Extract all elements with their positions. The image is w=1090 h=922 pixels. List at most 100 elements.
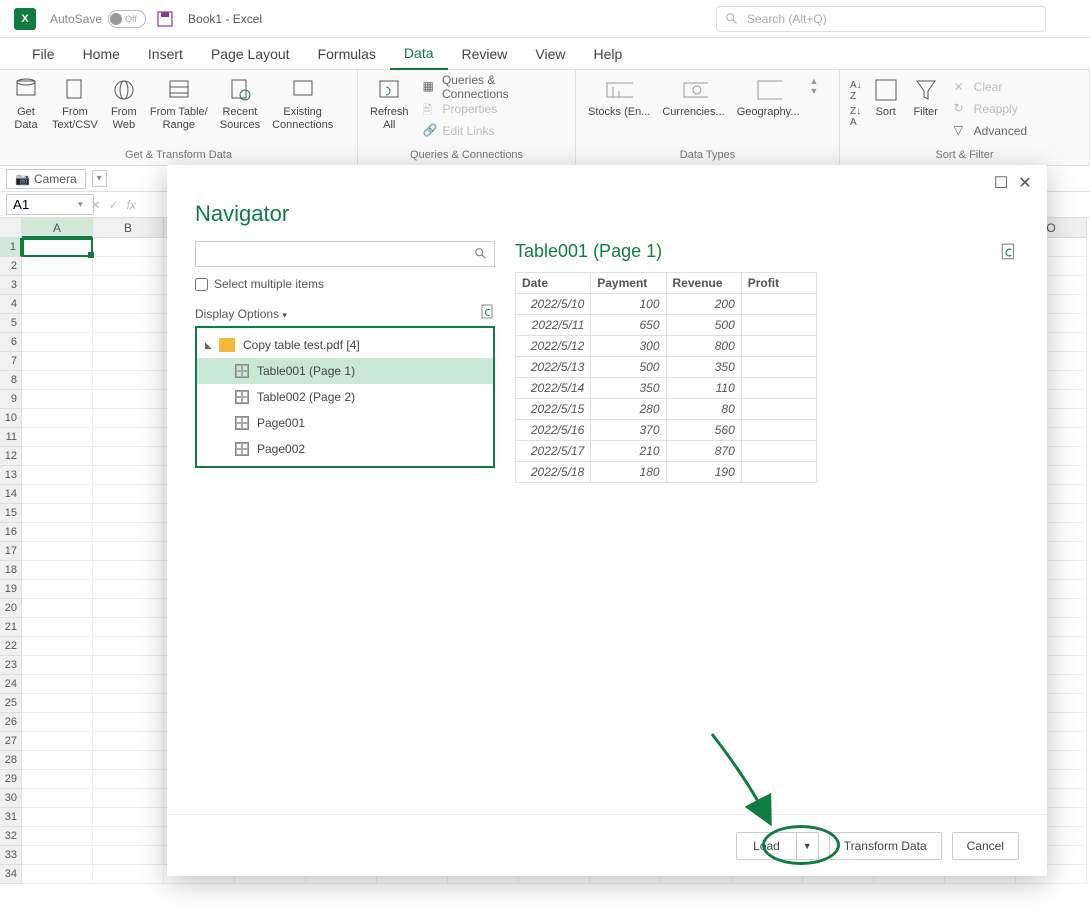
row-header[interactable]: 27 [0,732,22,751]
cell[interactable] [22,276,93,295]
tab-insert[interactable]: Insert [134,38,197,70]
cell[interactable] [93,371,164,390]
cell[interactable] [22,732,93,751]
cell[interactable] [93,751,164,770]
tree-item[interactable]: Page001 [197,410,493,436]
row-header[interactable]: 11 [0,428,22,447]
row-header[interactable]: 12 [0,447,22,466]
cell[interactable] [22,827,93,846]
sort-za-icon[interactable]: Z↓A [850,106,862,128]
cell[interactable] [93,846,164,865]
tree-item[interactable]: Table001 (Page 1) [197,358,493,384]
cell[interactable] [22,504,93,523]
row-header[interactable]: 2 [0,257,22,276]
row-header[interactable]: 17 [0,542,22,561]
autosave-toggle[interactable]: Off [108,10,146,28]
cell[interactable] [22,675,93,694]
close-button[interactable]: ✕ [1013,171,1037,195]
cell[interactable] [93,504,164,523]
cell[interactable] [22,751,93,770]
cell[interactable] [93,485,164,504]
search-box[interactable]: Search (Alt+Q) [716,6,1046,32]
cell[interactable] [22,694,93,713]
transform-data-button[interactable]: Transform Data [829,832,942,860]
tab-review[interactable]: Review [448,38,522,70]
cell[interactable] [93,637,164,656]
from-web-button[interactable]: From Web [104,74,144,134]
cell[interactable] [22,808,93,827]
cell[interactable] [93,428,164,447]
row-header[interactable]: 20 [0,599,22,618]
cell[interactable] [93,865,164,884]
cell[interactable] [22,770,93,789]
row-header[interactable]: 4 [0,295,22,314]
sort-az-icon[interactable]: A↓Z [850,80,862,102]
cell[interactable] [93,257,164,276]
row-header[interactable]: 24 [0,675,22,694]
tab-page-layout[interactable]: Page Layout [197,38,304,70]
tree-item[interactable]: Page002 [197,436,493,462]
cell[interactable] [93,732,164,751]
cell[interactable] [93,599,164,618]
cell[interactable] [22,599,93,618]
cell[interactable] [22,447,93,466]
cell[interactable] [93,409,164,428]
row-header[interactable]: 6 [0,333,22,352]
sort-button[interactable]: Sort [866,74,906,121]
cell[interactable] [93,238,164,257]
tab-help[interactable]: Help [580,38,637,70]
cell[interactable] [93,694,164,713]
row-header[interactable]: 33 [0,846,22,865]
cell[interactable] [93,295,164,314]
row-header[interactable]: 23 [0,656,22,675]
cancel-button[interactable]: Cancel [952,832,1019,860]
cell[interactable] [93,561,164,580]
cell[interactable] [22,485,93,504]
cell[interactable] [93,276,164,295]
cell[interactable] [22,618,93,637]
tab-formulas[interactable]: Formulas [304,38,390,70]
cell[interactable] [22,466,93,485]
cell[interactable] [93,713,164,732]
tab-file[interactable]: File [18,38,69,70]
row-header[interactable]: 19 [0,580,22,599]
row-header[interactable]: 3 [0,276,22,295]
row-header[interactable]: 8 [0,371,22,390]
cell[interactable] [93,447,164,466]
existing-connections-button[interactable]: Existing Connections [266,74,339,134]
cell[interactable] [22,580,93,599]
tab-data[interactable]: Data [390,38,448,70]
tree-item[interactable]: Table002 (Page 2) [197,384,493,410]
col-header[interactable]: B [93,218,164,238]
row-header[interactable]: 10 [0,409,22,428]
cell[interactable] [93,827,164,846]
row-header[interactable]: 9 [0,390,22,409]
navigator-search[interactable] [195,241,495,267]
cell[interactable] [22,561,93,580]
cell[interactable] [22,789,93,808]
row-header[interactable]: 15 [0,504,22,523]
cell[interactable] [93,770,164,789]
geography-button[interactable]: Geography... [731,74,806,121]
cell[interactable] [93,580,164,599]
camera-button[interactable]: 📷 Camera [6,169,86,189]
row-header[interactable]: 32 [0,827,22,846]
tree-root-node[interactable]: ◣ Copy table test.pdf [4] [197,332,493,358]
from-tablerange-button[interactable]: From Table/ Range [144,74,214,134]
cell[interactable] [22,238,93,257]
cell[interactable] [22,295,93,314]
row-header[interactable]: 21 [0,618,22,637]
row-header[interactable]: 26 [0,713,22,732]
cell[interactable] [22,542,93,561]
cell[interactable] [22,371,93,390]
cell[interactable] [93,656,164,675]
recent-sources-button[interactable]: Recent Sources [214,74,266,134]
row-header[interactable]: 31 [0,808,22,827]
col-header[interactable]: A [22,218,93,238]
cell[interactable] [93,618,164,637]
cell[interactable] [93,333,164,352]
refresh-icon[interactable] [481,304,495,323]
cell[interactable] [22,314,93,333]
collapse-icon[interactable]: ◣ [205,340,215,351]
cell[interactable] [93,390,164,409]
